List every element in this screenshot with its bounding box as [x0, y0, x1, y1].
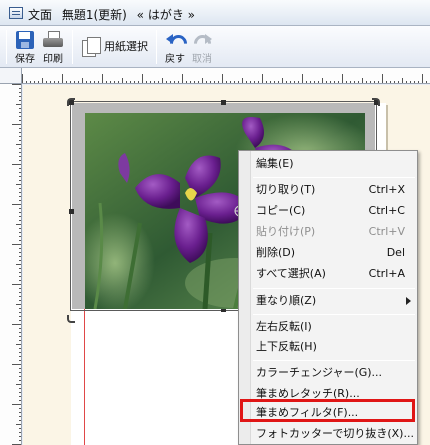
submenu-arrow-icon	[406, 297, 411, 305]
redo-label: 取消	[192, 54, 212, 65]
menu-item-label: 重なり順(Z)	[256, 294, 317, 307]
undo-icon	[165, 30, 185, 50]
menu-item-copy[interactable]: コピー(C) Ctrl+C	[253, 201, 415, 221]
menu-item-flip-vertical[interactable]: 上下反転(H)	[253, 337, 415, 357]
menu-separator	[253, 177, 415, 178]
vertical-ruler	[0, 84, 22, 445]
menu-item-shortcut: Ctrl+A	[368, 267, 405, 280]
menu-separator	[253, 288, 415, 289]
save-label: 保存	[15, 54, 35, 65]
app-name: 文面	[28, 8, 53, 22]
horizontal-ruler	[22, 68, 430, 84]
menu-item-label: 上下反転(H)	[256, 340, 317, 353]
menu-item-shortcut: Ctrl+C	[368, 204, 405, 217]
toolbar-separator	[156, 30, 157, 64]
menu-separator	[253, 360, 415, 361]
document-title: 無題1(更新)	[61, 8, 127, 22]
menu-item-shortcut: Del	[386, 246, 405, 259]
paper-select-label: 用紙選択	[104, 40, 148, 53]
ruler-corner	[0, 68, 22, 84]
toolbar-separator	[72, 30, 73, 64]
menu-item-label: すべて選択(A)	[256, 267, 326, 280]
menu-item-cut[interactable]: 切り取り(T) Ctrl+X	[253, 180, 415, 200]
menu-item-label: 左右反転(I)	[256, 320, 312, 333]
resize-handle[interactable]	[221, 100, 226, 105]
menu-item-shortcut: Ctrl+X	[368, 183, 405, 196]
redo-icon	[192, 30, 212, 50]
corner-marker	[67, 315, 75, 323]
redo-button[interactable]: 取消	[188, 28, 216, 66]
title-bar: 文面 無題1(更新) « はがき »	[0, 0, 430, 26]
undo-label: 戻す	[165, 54, 185, 65]
print-icon	[43, 31, 63, 49]
menu-item-delete[interactable]: 削除(D) Del	[253, 243, 415, 263]
menu-item-label: コピー(C)	[256, 204, 306, 217]
print-label: 印刷	[43, 54, 63, 65]
menu-item-paste[interactable]: 貼り付け(P) Ctrl+V	[253, 222, 415, 242]
menu-item-label: 切り取り(T)	[256, 183, 316, 196]
paper-icon	[82, 37, 101, 57]
menu-item-label: フォトカッターで切り抜き(X)...	[256, 427, 414, 440]
menu-item-label: 貼り付け(P)	[256, 225, 316, 238]
document-type: « はがき »	[136, 8, 195, 22]
window-title: 文面 無題1(更新) « はがき »	[28, 6, 201, 23]
highlight-box	[240, 399, 415, 422]
toolbar-separator	[6, 30, 7, 64]
menu-item-label: カラーチェンジャー(G)...	[256, 366, 383, 379]
corner-marker	[67, 98, 75, 106]
menu-item-label: 編集(E)	[256, 157, 294, 170]
menu-item-select-all[interactable]: すべて選択(A) Ctrl+A	[253, 264, 415, 284]
paper-select-button[interactable]: 用紙選択	[80, 28, 150, 66]
corner-marker	[372, 98, 380, 106]
print-button[interactable]: 印刷	[40, 28, 66, 66]
app-icon[interactable]	[9, 7, 23, 19]
menu-item-label: 削除(D)	[256, 246, 296, 259]
save-icon	[16, 31, 34, 49]
menu-item-arrange-order[interactable]: 重なり順(Z)	[253, 291, 415, 311]
menu-separator	[253, 314, 415, 315]
resize-handle[interactable]	[69, 209, 74, 214]
undo-button[interactable]: 戻す	[161, 28, 189, 66]
save-button[interactable]: 保存	[12, 28, 38, 66]
menu-item-shortcut: Ctrl+V	[368, 225, 405, 238]
menu-item-flip-horizontal[interactable]: 左右反転(I)	[253, 317, 415, 337]
menu-item-color-changer[interactable]: カラーチェンジャー(G)...	[253, 363, 415, 383]
toolbar: 保存 印刷 用紙選択 戻す 取消	[0, 26, 430, 68]
menu-item-edit[interactable]: 編集(E)	[253, 154, 415, 174]
menu-item-photo-cutter[interactable]: フォトカッターで切り抜き(X)...	[253, 424, 415, 444]
